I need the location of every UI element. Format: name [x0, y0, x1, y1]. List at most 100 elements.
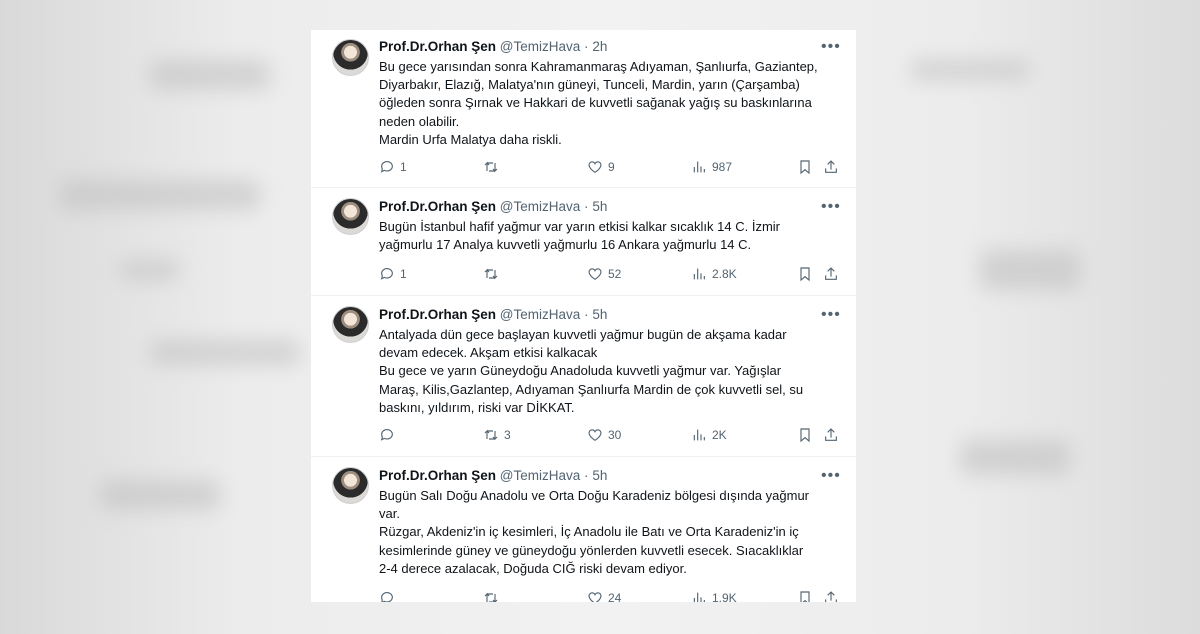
like-button[interactable]: 30	[587, 427, 621, 443]
views-count: 987	[712, 160, 733, 174]
tweet-header: Prof.Dr.Orhan Şen @TemizHava · 5h	[379, 199, 607, 214]
like-count: 24	[608, 591, 622, 602]
more-horizontal-icon[interactable]: •••	[821, 199, 841, 215]
tweet-text-line: yağmurlu 17 Analya kuvvetli yağmurlu 16 …	[379, 237, 752, 253]
reply-button[interactable]: 1	[379, 266, 407, 282]
timeline-panel: Prof.Dr.Orhan Şen @TemizHava · 2h ••• Bu…	[311, 30, 856, 602]
tweet-text-line: baskını, yıldırım, riski var DİKKAT.	[379, 399, 575, 415]
tweet-card[interactable]: Prof.Dr.Orhan Şen @TemizHava · 5h ••• Bu…	[311, 457, 856, 602]
author-handle[interactable]: @TemizHava	[500, 307, 580, 322]
reply-button[interactable]	[379, 590, 400, 602]
reply-count: 1	[400, 160, 407, 174]
retweet-button[interactable]	[483, 590, 504, 602]
views-chart-icon	[693, 592, 705, 602]
author-handle[interactable]: @TemizHava	[500, 199, 580, 214]
tweet-header: Prof.Dr.Orhan Şen @TemizHava · 5h	[379, 468, 607, 483]
tweet-text-line: Bu gece ve yarın Güneydoğu Anadoluda kuv…	[379, 363, 782, 379]
like-count: 52	[608, 267, 622, 281]
share-icon	[825, 591, 837, 602]
bookmark-icon	[800, 267, 810, 282]
retweet-icon	[484, 592, 498, 602]
retweet-icon	[484, 429, 498, 441]
author-handle[interactable]: @TemizHava	[500, 468, 580, 483]
separator-dot: ·	[584, 468, 589, 483]
views-button[interactable]: 1.9K	[691, 590, 737, 602]
share-button[interactable]	[823, 427, 839, 443]
more-horizontal-icon[interactable]: •••	[821, 39, 841, 55]
tweet-header: Prof.Dr.Orhan Şen @TemizHava · 2h	[379, 39, 607, 54]
tweet-text-line: kesimlerinde güney ve güneydoğu yönlerde…	[379, 542, 804, 558]
avatar[interactable]	[332, 306, 369, 343]
action-bar: 3 30 2K	[379, 427, 849, 445]
share-icon	[825, 267, 837, 280]
tweet-text-line: Bu gece yarısından sonra Kahramanmaraş A…	[379, 59, 818, 74]
action-bar: 1 9 987	[379, 159, 849, 177]
avatar[interactable]	[332, 39, 369, 76]
author-name[interactable]: Prof.Dr.Orhan Şen	[379, 307, 496, 322]
author-name[interactable]: Prof.Dr.Orhan Şen	[379, 199, 496, 214]
bookmark-button[interactable]	[797, 159, 813, 175]
action-bar: 1 52 2.8K	[379, 266, 849, 284]
author-name[interactable]: Prof.Dr.Orhan Şen	[379, 39, 496, 54]
like-button[interactable]: 9	[587, 159, 615, 175]
views-count: 2.8K	[712, 267, 737, 281]
bookmark-icon	[800, 428, 810, 443]
tweet-text-line: neden olabilir.	[379, 113, 460, 129]
retweet-button[interactable]	[483, 266, 504, 282]
reply-count: 1	[400, 267, 407, 281]
tweet-text-line: var.	[379, 506, 400, 522]
share-button[interactable]	[823, 266, 839, 282]
retweet-button[interactable]: 3	[483, 427, 511, 443]
tweet-card[interactable]: Prof.Dr.Orhan Şen @TemizHava · 5h ••• Bu…	[311, 188, 856, 296]
avatar[interactable]	[332, 467, 369, 504]
views-button[interactable]: 987	[691, 159, 732, 175]
tweet-text-line: Antalyada dün gece başlayan kuvvetli yağ…	[379, 327, 787, 342]
reply-button[interactable]	[379, 427, 400, 443]
heart-icon	[588, 429, 602, 442]
avatar[interactable]	[332, 198, 369, 235]
author-handle[interactable]: @TemizHava	[500, 39, 580, 54]
share-button[interactable]	[823, 159, 839, 175]
bookmark-button[interactable]	[797, 427, 813, 443]
tweet-text-line: Bugün Salı Doğu Anadolu ve Orta Doğu Kar…	[379, 488, 809, 503]
share-icon	[825, 160, 837, 173]
tweet-text-line: Bugün İstanbul hafif yağmur var yarın et…	[379, 219, 780, 234]
bookmark-icon	[800, 591, 810, 602]
heart-icon	[588, 268, 602, 281]
author-name[interactable]: Prof.Dr.Orhan Şen	[379, 468, 496, 483]
tweet-time[interactable]: 5h	[592, 468, 607, 483]
separator-dot: ·	[584, 199, 589, 214]
reply-icon	[380, 268, 393, 280]
like-button[interactable]: 52	[587, 266, 621, 282]
tweet-header: Prof.Dr.Orhan Şen @TemizHava · 5h	[379, 307, 607, 322]
tweet-text-line: 2-4 derece azalacak, Doğuda CIĞ riski de…	[379, 560, 687, 576]
separator-dot: ·	[584, 39, 589, 54]
tweet-text-line: Mardin Urfa Malatya daha riskli.	[379, 131, 562, 147]
views-button[interactable]: 2.8K	[691, 266, 737, 282]
reply-icon	[381, 592, 393, 602]
like-button[interactable]: 24	[587, 590, 621, 602]
bookmark-button[interactable]	[797, 590, 813, 602]
tweet-time[interactable]: 5h	[592, 307, 607, 322]
views-count: 1.9K	[712, 591, 737, 602]
heart-icon	[588, 161, 602, 174]
tweet-time[interactable]: 2h	[592, 39, 607, 54]
more-horizontal-icon[interactable]: •••	[821, 307, 841, 323]
like-count: 30	[608, 428, 622, 442]
share-button[interactable]	[823, 590, 839, 602]
tweet-text: Bu gece yarısından sonra Kahramanmaraş A…	[379, 58, 847, 149]
heart-icon	[588, 592, 602, 602]
more-horizontal-icon[interactable]: •••	[821, 468, 841, 484]
like-count: 9	[608, 160, 615, 174]
tweet-text-line: Diyarbakır, Elazığ, Malatya'nın güneyi, …	[379, 77, 800, 93]
tweet-card[interactable]: Prof.Dr.Orhan Şen @TemizHava · 2h ••• Bu…	[311, 30, 856, 188]
views-button[interactable]: 2K	[691, 427, 727, 443]
bookmark-button[interactable]	[797, 266, 813, 282]
tweet-time[interactable]: 5h	[592, 199, 607, 214]
reply-icon	[380, 429, 393, 441]
separator-dot: ·	[584, 307, 589, 322]
reply-button[interactable]: 1	[379, 159, 407, 175]
tweet-text: Antalyada dün gece başlayan kuvvetli yağ…	[379, 326, 847, 417]
tweet-card[interactable]: Prof.Dr.Orhan Şen @TemizHava · 5h ••• An…	[311, 296, 856, 457]
retweet-button[interactable]	[483, 159, 504, 175]
